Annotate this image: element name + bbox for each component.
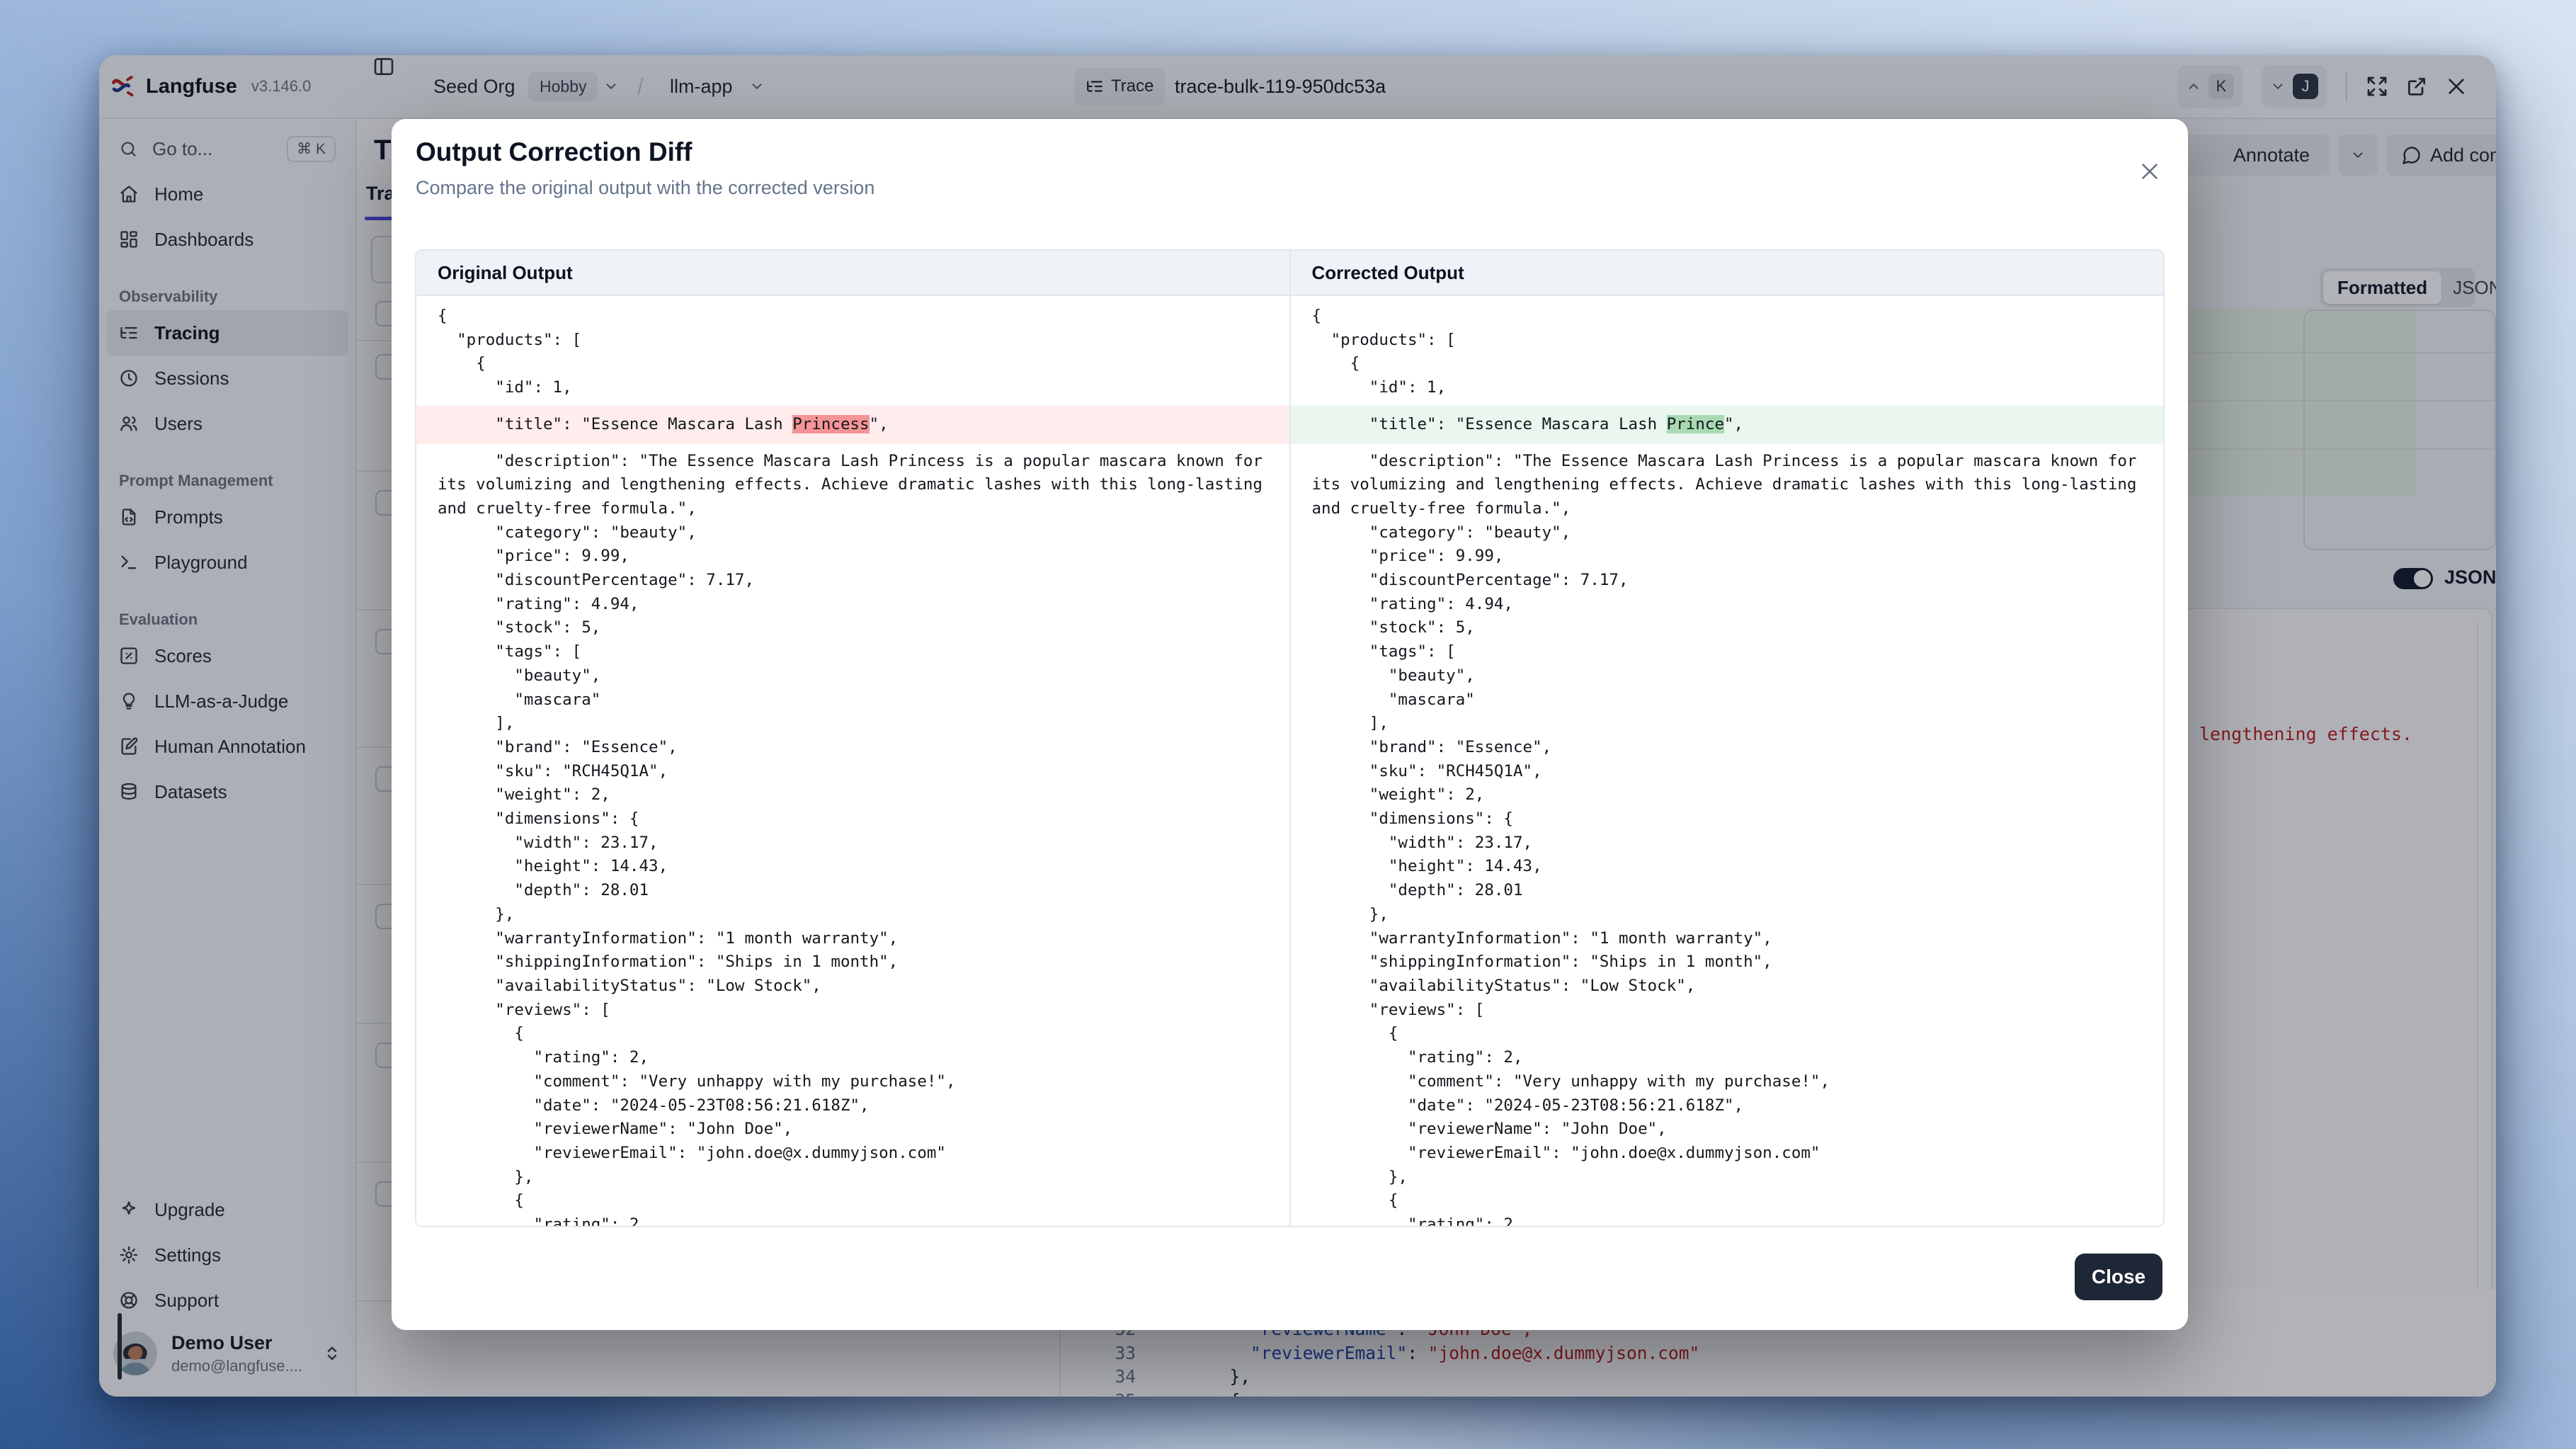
diff-line: "width": 23.17, (1291, 831, 2164, 856)
original-output-code: { "products": [ { "id": 1, "title": "Ess… (416, 296, 1289, 1226)
diff-line: "description": "The Essence Mascara Lash… (1291, 450, 2164, 521)
diff-line: "rating": 2, (416, 1213, 1289, 1226)
diff-line: "weight": 2, (416, 783, 1289, 807)
diff-container: Original Output { "products": [ { "id": … (415, 249, 2165, 1227)
diff-line: "shippingInformation": "Ships in 1 month… (416, 950, 1289, 974)
diff-line: "width": 23.17, (416, 831, 1289, 856)
corrected-output-code: { "products": [ { "id": 1, "title": "Ess… (1291, 296, 2164, 1226)
diff-changed-line: "title": "Essence Mascara Lash Princess"… (416, 406, 1289, 444)
output-correction-diff-dialog: Output Correction Diff Compare the origi… (392, 119, 2188, 1330)
diff-line: "height": 14.43, (416, 855, 1289, 879)
diff-line: "reviews": [ (416, 999, 1289, 1023)
diff-line: "products": [ (416, 329, 1289, 353)
original-output-header: Original Output (416, 251, 1289, 296)
diff-line: "beauty", (416, 664, 1289, 688)
dialog-title: Output Correction Diff (416, 137, 693, 167)
diff-line: "price": 9.99, (416, 545, 1289, 569)
diff-line: { (416, 1022, 1289, 1046)
diff-line: "id": 1, (1291, 376, 2164, 400)
diff-line: { (416, 305, 1289, 329)
diff-line: "availabilityStatus": "Low Stock", (1291, 974, 2164, 999)
diff-line: "rating": 4.94, (416, 593, 1289, 617)
diff-line: "brand": "Essence", (416, 736, 1289, 760)
diff-line: "stock": 5, (1291, 616, 2164, 640)
diff-line: "height": 14.43, (1291, 855, 2164, 879)
diff-line: "rating": 2, (1291, 1046, 2164, 1070)
dialog-subtitle: Compare the original output with the cor… (416, 177, 874, 199)
diff-line: { (1291, 352, 2164, 376)
diff-line: "weight": 2, (1291, 783, 2164, 807)
diff-word-added: Prince (1667, 415, 1724, 433)
diff-line: "description": "The Essence Mascara Lash… (416, 450, 1289, 521)
diff-line: "reviewerName": "John Doe", (416, 1118, 1289, 1142)
diff-line: "reviewerEmail": "john.doe@x.dummyjson.c… (1291, 1142, 2164, 1166)
diff-line: ], (416, 712, 1289, 736)
diff-line: "depth": 28.01 (1291, 879, 2164, 903)
diff-line: "comment": "Very unhappy with my purchas… (416, 1070, 1289, 1094)
diff-line: { (416, 1189, 1289, 1213)
diff-line: "shippingInformation": "Ships in 1 month… (1291, 950, 2164, 974)
corrected-output-panel: Corrected Output { "products": [ { "id":… (1289, 251, 2164, 1226)
diff-line: "discountPercentage": 7.17, (416, 569, 1289, 593)
diff-line: "discountPercentage": 7.17, (1291, 569, 2164, 593)
diff-line: "brand": "Essence", (1291, 736, 2164, 760)
corrected-output-header: Corrected Output (1291, 251, 2164, 296)
diff-line: "warrantyInformation": "1 month warranty… (1291, 927, 2164, 951)
diff-line: "sku": "RCH45Q1A", (1291, 760, 2164, 784)
diff-line: }, (416, 903, 1289, 927)
diff-line: "date": "2024-05-23T08:56:21.618Z", (416, 1094, 1289, 1118)
diff-line: "price": 9.99, (1291, 545, 2164, 569)
diff-line: "date": "2024-05-23T08:56:21.618Z", (1291, 1094, 2164, 1118)
diff-line: }, (1291, 903, 2164, 927)
diff-line: { (416, 352, 1289, 376)
diff-line: "rating": 2, (416, 1046, 1289, 1070)
app-window: Langfuse v3.146.0 Seed Org Hobby / llm-a… (99, 55, 2496, 1397)
diff-line: "beauty", (1291, 664, 2164, 688)
diff-line: "reviewerName": "John Doe", (1291, 1118, 2164, 1142)
diff-line: "products": [ (1291, 329, 2164, 353)
diff-line: { (1291, 305, 2164, 329)
diff-line: "reviews": [ (1291, 999, 2164, 1023)
original-output-panel: Original Output { "products": [ { "id": … (416, 251, 1289, 1226)
diff-line: }, (1291, 1166, 2164, 1190)
diff-line: "mascara" (416, 688, 1289, 712)
diff-line: "mascara" (1291, 688, 2164, 712)
diff-line: "tags": [ (416, 640, 1289, 664)
diff-line: "id": 1, (416, 376, 1289, 400)
dialog-close-icon[interactable] (2138, 160, 2161, 183)
diff-line: "sku": "RCH45Q1A", (416, 760, 1289, 784)
diff-line: "dimensions": { (416, 807, 1289, 831)
diff-line: { (1291, 1022, 2164, 1046)
diff-line: "rating": 2, (1291, 1213, 2164, 1226)
close-button[interactable]: Close (2075, 1254, 2162, 1300)
diff-line: "reviewerEmail": "john.doe@x.dummyjson.c… (416, 1142, 1289, 1166)
diff-line: "stock": 5, (416, 616, 1289, 640)
diff-changed-line: "title": "Essence Mascara Lash Prince", (1291, 406, 2164, 444)
diff-word-removed: Princess (792, 415, 869, 433)
diff-line: "category": "beauty", (416, 521, 1289, 545)
diff-line: { (1291, 1189, 2164, 1213)
diff-line: "comment": "Very unhappy with my purchas… (1291, 1070, 2164, 1094)
diff-line: "depth": 28.01 (416, 879, 1289, 903)
diff-line: "tags": [ (1291, 640, 2164, 664)
diff-line: "dimensions": { (1291, 807, 2164, 831)
diff-line: ], (1291, 712, 2164, 736)
diff-line: }, (416, 1166, 1289, 1190)
diff-line: "warrantyInformation": "1 month warranty… (416, 927, 1289, 951)
diff-line: "category": "beauty", (1291, 521, 2164, 545)
diff-line: "rating": 4.94, (1291, 593, 2164, 617)
diff-line: "availabilityStatus": "Low Stock", (416, 974, 1289, 999)
